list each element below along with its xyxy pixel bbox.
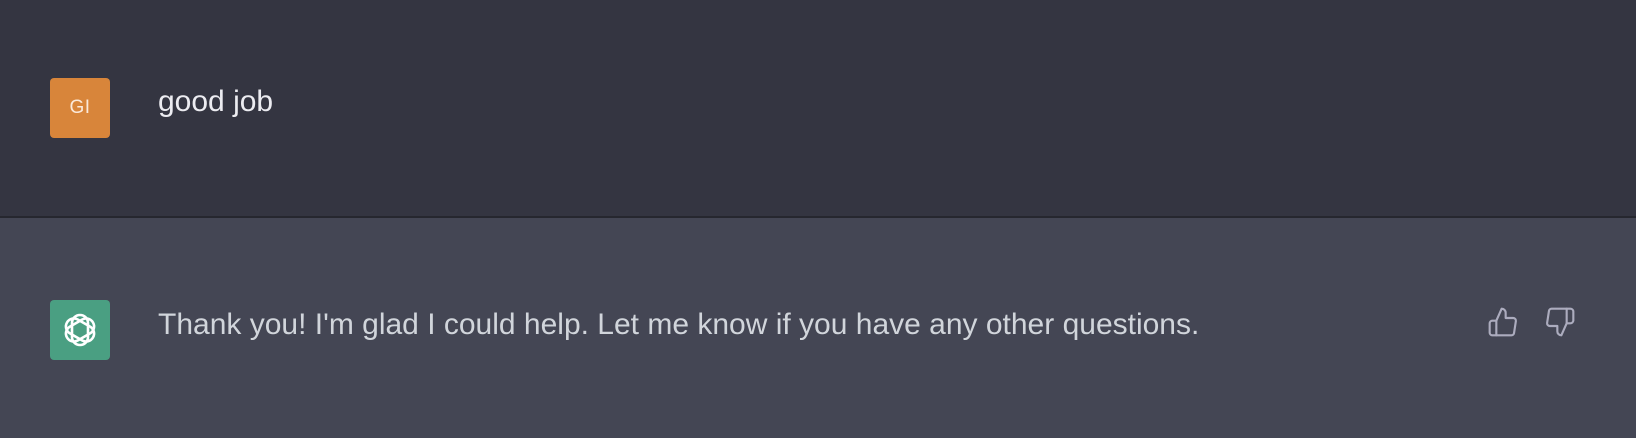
assistant-message-text: Thank you! I'm glad I could help. Let me… <box>158 308 1200 341</box>
assistant-message-row: Thank you! I'm glad I could help. Let me… <box>0 218 1636 438</box>
chat-page: GI good job Thank you! I'm glad I could … <box>0 0 1636 438</box>
thumbs-up-icon <box>1488 307 1517 337</box>
thumbs-down-icon <box>1546 307 1575 337</box>
thumbs-down-button[interactable] <box>1542 304 1578 340</box>
openai-logo-icon <box>64 313 96 347</box>
user-avatar: GI <box>50 78 110 138</box>
assistant-avatar <box>50 300 110 360</box>
user-message-row: GI good job <box>0 0 1636 218</box>
user-message-text: good job <box>158 85 274 118</box>
thumbs-up-button[interactable] <box>1485 304 1521 340</box>
user-avatar-initials: GI <box>69 97 91 118</box>
